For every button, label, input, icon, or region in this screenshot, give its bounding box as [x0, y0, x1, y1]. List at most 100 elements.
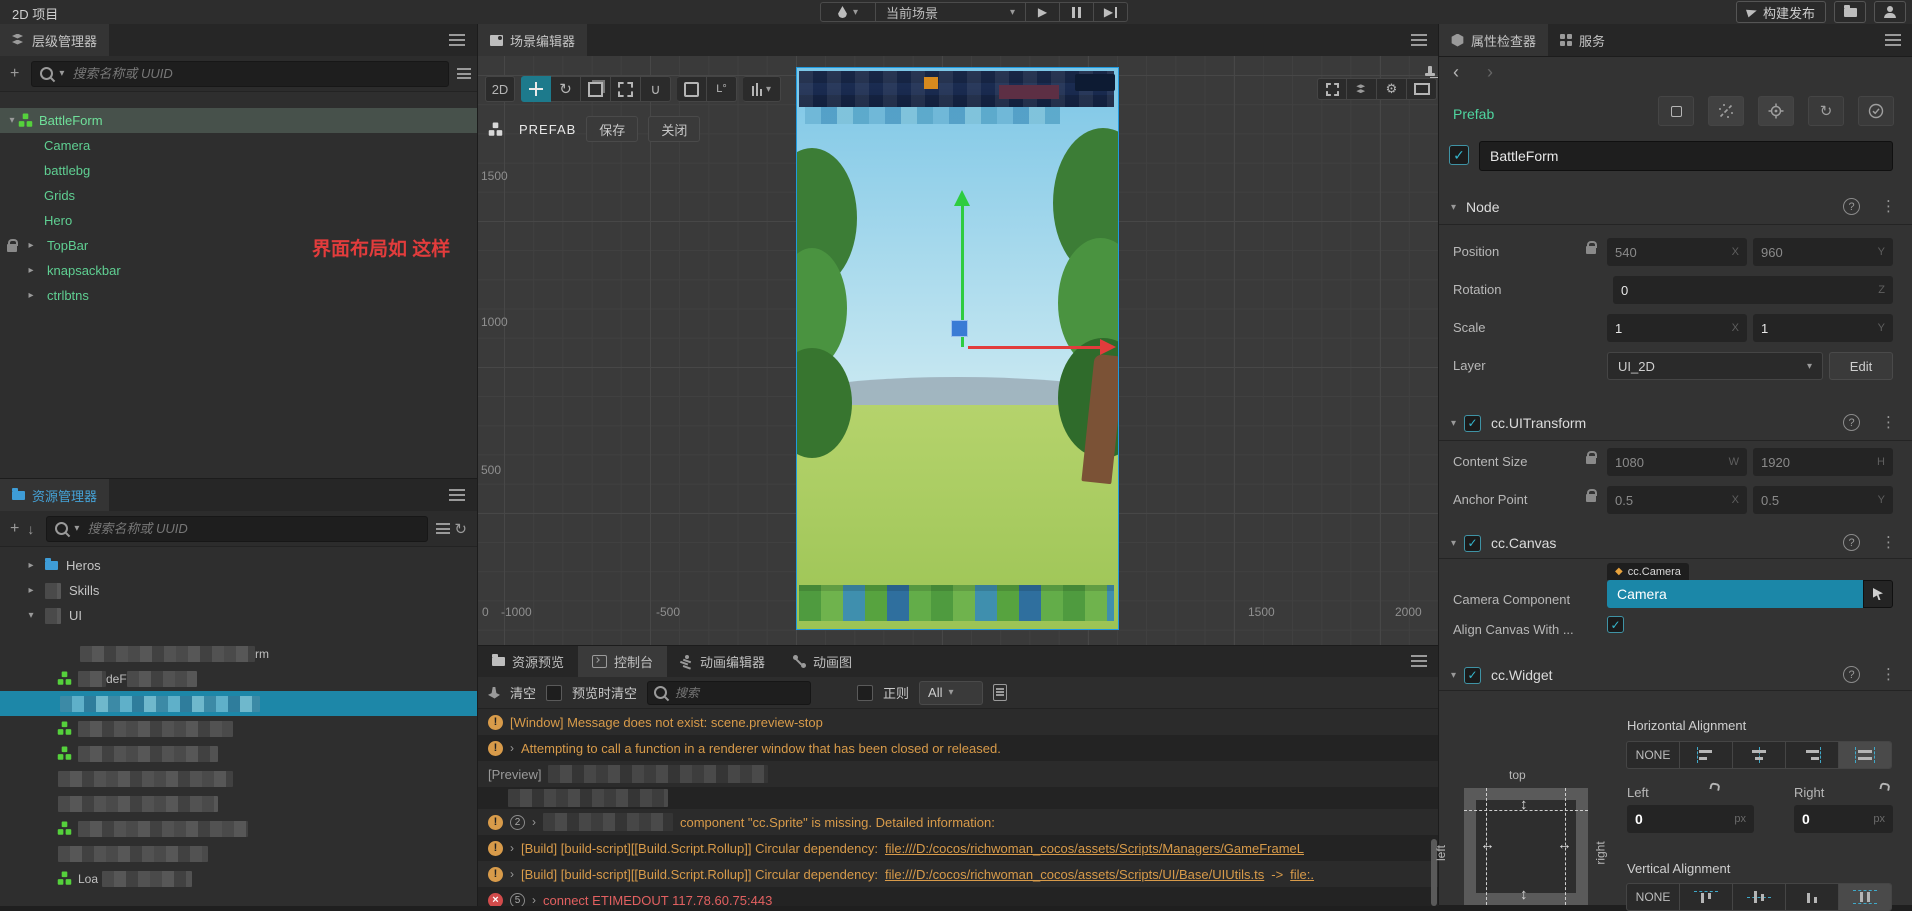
scene-menu-button[interactable] [1411, 34, 1427, 46]
tab-asset-preview[interactable]: 资源预览 [478, 646, 578, 677]
help-icon[interactable]: ? [1843, 198, 1860, 215]
play-button[interactable]: ▶ [1026, 2, 1060, 22]
asset-row-censored[interactable]: rm [0, 641, 477, 666]
assets-search[interactable]: ▾ [46, 515, 429, 542]
grid-visibility-dropdown[interactable]: ▾ [743, 76, 781, 102]
console-menu-button[interactable] [1411, 655, 1427, 667]
move-tool-button[interactable] [521, 76, 551, 102]
console-search-input[interactable] [673, 684, 805, 701]
gizmo-tool-button[interactable]: ∪ [641, 76, 671, 102]
anchor-y-input[interactable]: 0.5 Y [1753, 486, 1893, 514]
canvas-section-header[interactable]: ▾ ✓ cc.Canvas [1439, 528, 1912, 558]
log-row[interactable]: ! › [Build] [build-script][[Build.Script… [478, 835, 1439, 861]
prefab-close-button[interactable]: 关闭 [648, 116, 701, 142]
node-name-field[interactable]: BattleForm [1479, 141, 1893, 171]
hierarchy-search[interactable]: ▾ [31, 60, 449, 87]
prefab-revert-button[interactable]: ↻ [1808, 96, 1844, 126]
log-file-icon[interactable] [993, 684, 1008, 701]
pause-button[interactable] [1060, 2, 1094, 22]
list-view-icon[interactable] [436, 523, 451, 534]
anchor-x-input[interactable]: 0.5 X [1607, 486, 1747, 514]
gizmo-center-handle[interactable] [951, 320, 968, 337]
expand-icon[interactable]: › [532, 815, 536, 829]
nav-forward-button[interactable]: › [1487, 62, 1493, 83]
v-align-middle[interactable] [1733, 884, 1786, 910]
clear-icon[interactable] [488, 686, 500, 699]
rect-tool-button[interactable] [611, 76, 641, 102]
scene-settings-button[interactable]: ⚙ [1377, 78, 1407, 100]
v-align-none[interactable]: NONE [1627, 884, 1680, 910]
chevron-down-icon[interactable]: ▾ [1451, 202, 1456, 213]
aspect-ratio-button[interactable] [1407, 78, 1437, 100]
layer-dropdown[interactable]: UI_2D ▾ [1607, 352, 1823, 380]
h-align-center[interactable] [1733, 742, 1786, 768]
asset-row-heros[interactable]: ▸ Heros [0, 553, 477, 578]
tab-assets[interactable]: 资源管理器 [0, 479, 110, 511]
section-menu-icon[interactable]: ⋮ [1881, 413, 1896, 431]
camera-picker-button[interactable] [1863, 580, 1893, 608]
log-row[interactable]: × 5 › connect ETIMEDOUT 117.78.60.75:443 [478, 887, 1439, 906]
right-offset-input[interactable]: 0 px [1794, 805, 1893, 833]
asset-row-censored[interactable] [0, 741, 477, 766]
help-icon[interactable]: ? [1843, 666, 1860, 683]
left-offset-input[interactable]: 0 px [1627, 805, 1754, 833]
component-enabled-checkbox[interactable]: ✓ [1464, 666, 1482, 684]
chevron-right-icon[interactable]: ▸ [25, 560, 37, 571]
clear-label[interactable]: 清空 [510, 683, 536, 702]
section-menu-icon[interactable]: ⋮ [1881, 665, 1896, 683]
position-x-input[interactable]: 540 X [1607, 238, 1747, 266]
gizmo-x-axis[interactable] [968, 346, 1100, 349]
component-enabled-checkbox[interactable]: ✓ [1464, 534, 1482, 552]
chevron-down-icon[interactable]: ▾ [25, 610, 37, 621]
tree-row-hero[interactable]: Hero [0, 208, 477, 233]
tab-inspector[interactable]: 属性检查器 [1439, 24, 1549, 56]
tree-row-knapsackbar[interactable]: ▸ knapsackbar [0, 258, 477, 283]
chevron-right-icon[interactable]: ▸ [25, 585, 37, 596]
log-row[interactable] [478, 787, 1439, 809]
node-section-header[interactable]: ▾ Node [1439, 192, 1912, 222]
asset-row-selected[interactable] [0, 691, 477, 716]
log-row[interactable]: ! › Attempting to call a function in a r… [478, 735, 1439, 761]
prefab-edit-button[interactable] [1658, 96, 1694, 126]
content-height-input[interactable]: 1920 H [1753, 448, 1893, 476]
expand-icon[interactable]: › [510, 841, 514, 855]
section-menu-icon[interactable]: ⋮ [1881, 533, 1896, 551]
hierarchy-menu-button[interactable] [449, 34, 465, 46]
log-link[interactable]: file:///D:/cocos/richwoman_cocos/assets/… [885, 841, 1304, 856]
h-align-none[interactable]: NONE [1627, 742, 1680, 768]
asset-row-censored[interactable] [0, 791, 477, 816]
expand-icon[interactable]: › [510, 741, 514, 755]
v-align-top[interactable] [1680, 884, 1733, 910]
tab-scene-editor[interactable]: 场景编辑器 [478, 24, 588, 56]
prefab-locate-button[interactable] [1758, 96, 1794, 126]
prefab-unlink-button[interactable] [1708, 96, 1744, 126]
clear-on-preview-checkbox[interactable] [546, 684, 563, 701]
log-row[interactable]: [Preview] [478, 761, 1439, 787]
open-project-folder-button[interactable] [1834, 1, 1866, 23]
step-button[interactable]: ▶ [1094, 2, 1128, 22]
rotation-z-input[interactable]: 0Z [1613, 276, 1893, 304]
console-search[interactable] [647, 680, 812, 705]
v-align-bottom[interactable] [1786, 884, 1839, 910]
chevron-down-icon[interactable]: ▾ [1451, 418, 1456, 429]
build-publish-button[interactable]: 构建发布 [1735, 1, 1826, 23]
scale-x-input[interactable]: 1X [1607, 314, 1747, 342]
log-link[interactable]: file:///D:/cocos/richwoman_cocos/assets/… [885, 867, 1264, 882]
preview-platform-button[interactable]: ▾ [820, 2, 876, 22]
widget-section-header[interactable]: ▾ ✓ cc.Widget [1439, 660, 1912, 690]
expand-icon[interactable]: › [532, 893, 536, 906]
component-enabled-checkbox[interactable]: ✓ [1464, 414, 1482, 432]
chevron-right-icon[interactable]: ▸ [25, 240, 37, 251]
chevron-down-icon[interactable]: ▾ [1451, 670, 1456, 681]
content-width-input[interactable]: 1080 W [1607, 448, 1747, 476]
h-align-left[interactable] [1680, 742, 1733, 768]
help-icon[interactable]: ? [1843, 414, 1860, 431]
log-row[interactable]: ! 2 › component "cc.Sprite" is missing. … [478, 809, 1439, 835]
h-align-stretch[interactable] [1839, 742, 1891, 768]
create-asset-button[interactable]: + [6, 520, 23, 538]
asset-row-censored[interactable] [0, 716, 477, 741]
asset-row-censored[interactable] [0, 816, 477, 841]
tree-row-grids[interactable]: Grids [0, 183, 477, 208]
tree-row-camera[interactable]: Camera [0, 133, 477, 158]
scale-y-input[interactable]: 1Y [1753, 314, 1893, 342]
